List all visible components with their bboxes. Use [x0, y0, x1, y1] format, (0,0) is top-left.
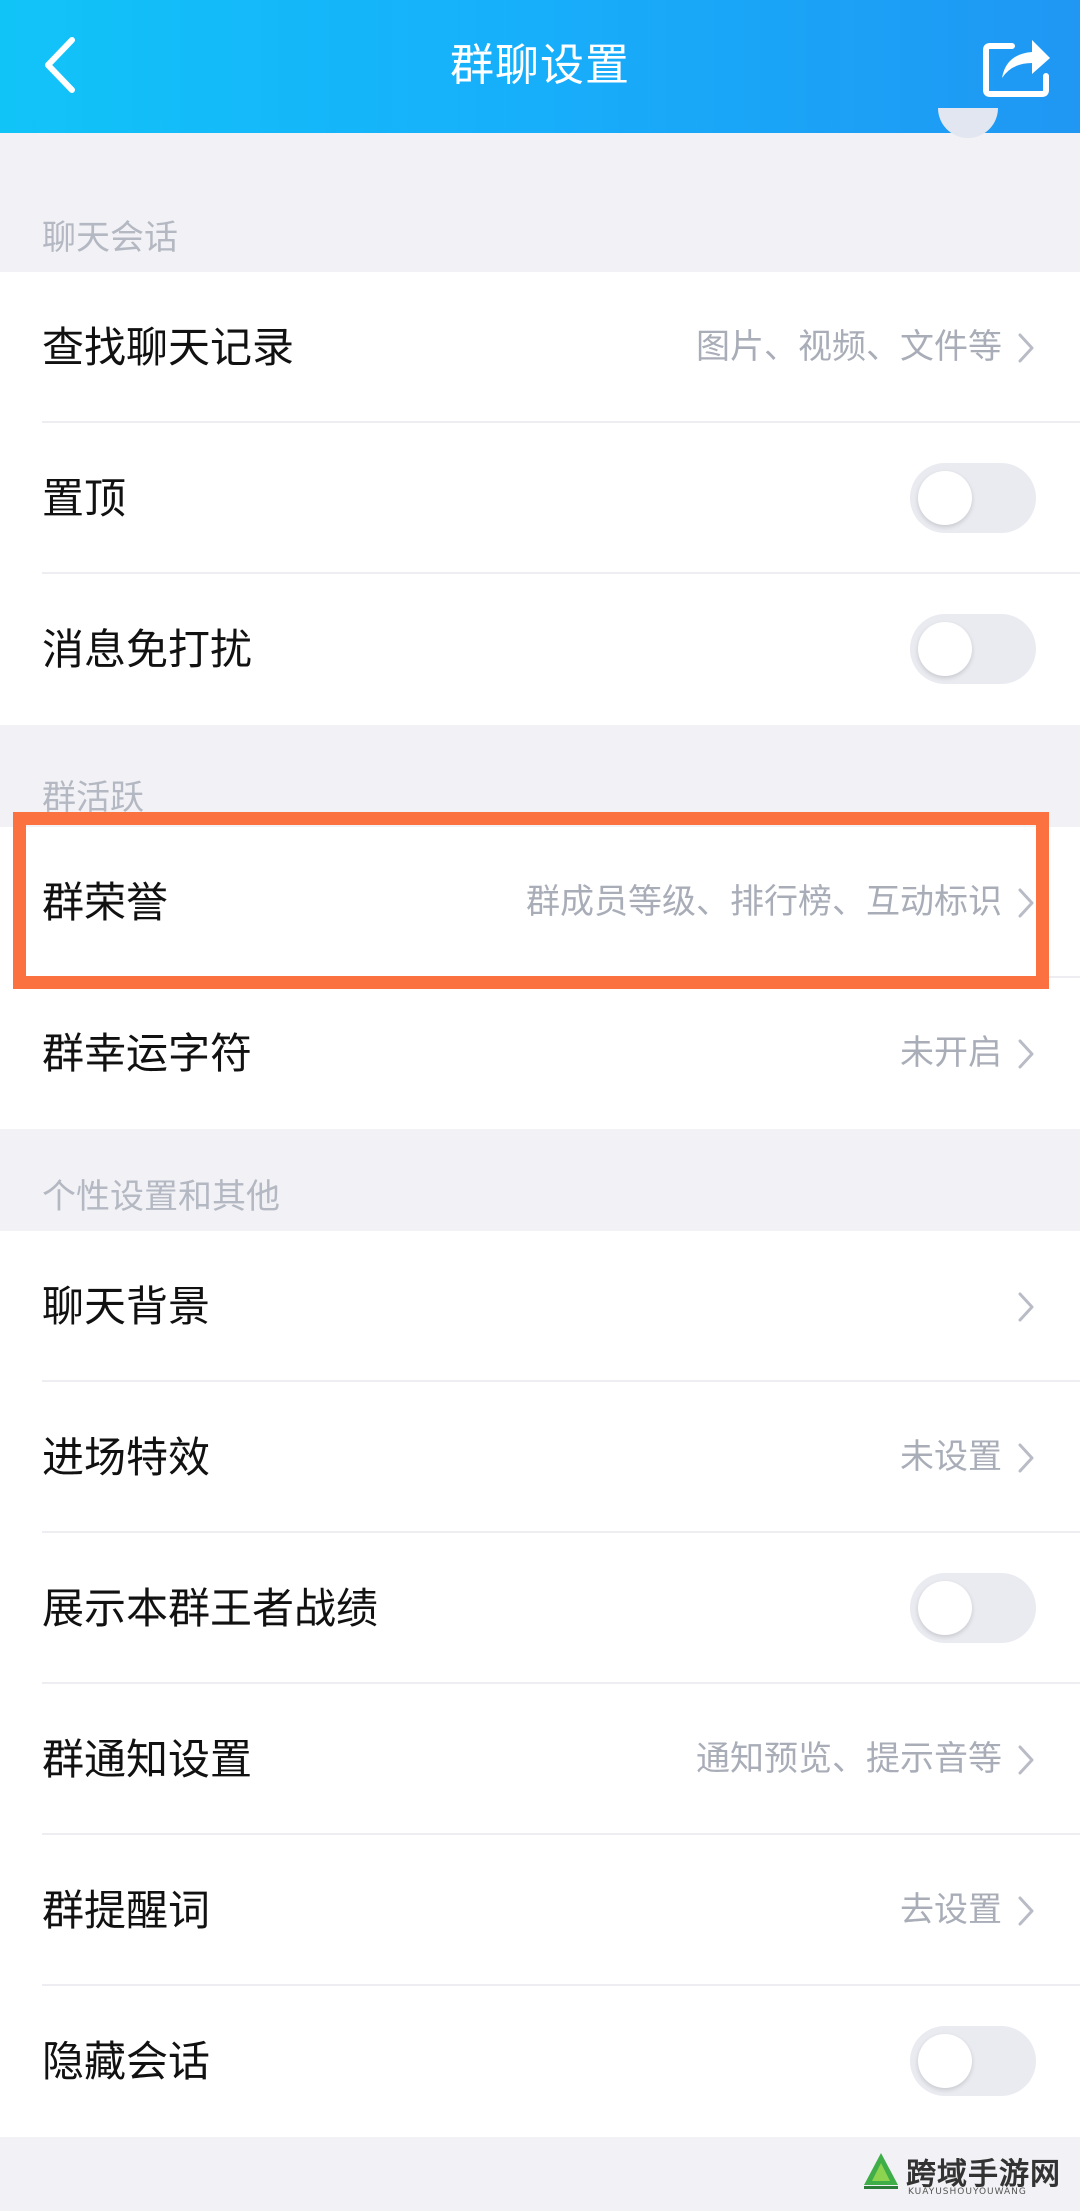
row-lucky-character[interactable]: 群幸运字符 未开启	[0, 978, 1080, 1129]
row-label: 聊天背景	[42, 1282, 211, 1331]
chevron-right-icon	[1018, 1443, 1034, 1473]
share-icon[interactable]	[982, 32, 1054, 98]
page-title: 群聊设置	[450, 40, 630, 91]
row-value: 未开启	[900, 1033, 1002, 1073]
watermark-logo-icon	[864, 2153, 898, 2189]
row-label: 查找聊天记录	[42, 323, 295, 372]
personal-settings-card: 聊天背景 进场特效 未设置 展示本群王者战绩 群通知设置 通知预览、提示音等 群…	[0, 1231, 1080, 2137]
group-avatar	[938, 108, 998, 138]
row-label: 置顶	[42, 474, 127, 523]
row-label: 群幸运字符	[42, 1029, 253, 1078]
hide-conversation-toggle[interactable]	[910, 2026, 1036, 2096]
row-label: 群荣誉	[42, 878, 169, 927]
row-label: 群通知设置	[42, 1735, 253, 1784]
row-value: 未设置	[900, 1437, 1002, 1477]
toggle-knob	[918, 1581, 972, 1635]
row-label: 隐藏会话	[42, 2037, 211, 2086]
watermark-subtext: KUAYUSHOUYOUWANG	[908, 2187, 1027, 2197]
row-group-honor[interactable]: 群荣誉 群成员等级、排行榜、互动标识	[0, 827, 1080, 978]
group-activity-card: 群荣誉 群成员等级、排行榜、互动标识 群幸运字符 未开启	[0, 827, 1080, 1129]
row-value: 去设置	[900, 1890, 1002, 1930]
chevron-right-icon	[1018, 1896, 1034, 1926]
chat-settings-card: 查找聊天记录 图片、视频、文件等 置顶 消息免打扰	[0, 272, 1080, 725]
row-label: 展示本群王者战绩	[42, 1584, 379, 1633]
row-notification-settings[interactable]: 群通知设置 通知预览、提示音等	[0, 1684, 1080, 1835]
row-value: 群成员等级、排行榜、互动标识	[526, 882, 1002, 922]
row-search-history[interactable]: 查找聊天记录 图片、视频、文件等	[0, 272, 1080, 423]
chevron-right-icon	[1018, 1039, 1034, 1069]
title-bar: 群聊设置	[0, 0, 1080, 133]
row-hide-conversation: 隐藏会话	[0, 1986, 1080, 2137]
row-do-not-disturb: 消息免打扰	[0, 574, 1080, 725]
chevron-right-icon	[1018, 333, 1034, 363]
chevron-right-icon	[1018, 1292, 1034, 1322]
section-title-personal: 个性设置和其他	[42, 1177, 280, 1217]
chevron-right-icon	[1018, 888, 1034, 918]
toggle-knob	[918, 471, 972, 525]
pin-top-toggle[interactable]	[910, 463, 1036, 533]
row-entry-effect[interactable]: 进场特效 未设置	[0, 1382, 1080, 1533]
row-value: 通知预览、提示音等	[696, 1739, 1002, 1779]
row-value: 图片、视频、文件等	[696, 327, 1002, 367]
chevron-right-icon	[1018, 1745, 1034, 1775]
row-chat-background[interactable]: 聊天背景	[0, 1231, 1080, 1382]
section-title-activity: 群活跃	[42, 778, 144, 818]
toggle-knob	[918, 2034, 972, 2088]
watermark: 跨域手游网 KUAYUSHOUYOUWANG	[862, 2145, 1072, 2205]
section-title-chat: 聊天会话	[42, 218, 178, 258]
row-label: 消息免打扰	[42, 625, 253, 674]
do-not-disturb-toggle[interactable]	[910, 614, 1036, 684]
row-reminder-words[interactable]: 群提醒词 去设置	[0, 1835, 1080, 1986]
show-game-record-toggle[interactable]	[910, 1573, 1036, 1643]
row-show-game-record: 展示本群王者战绩	[0, 1533, 1080, 1684]
row-label: 进场特效	[42, 1433, 211, 1482]
row-pin-top: 置顶	[0, 423, 1080, 574]
row-label: 群提醒词	[42, 1886, 211, 1935]
toggle-knob	[918, 622, 972, 676]
